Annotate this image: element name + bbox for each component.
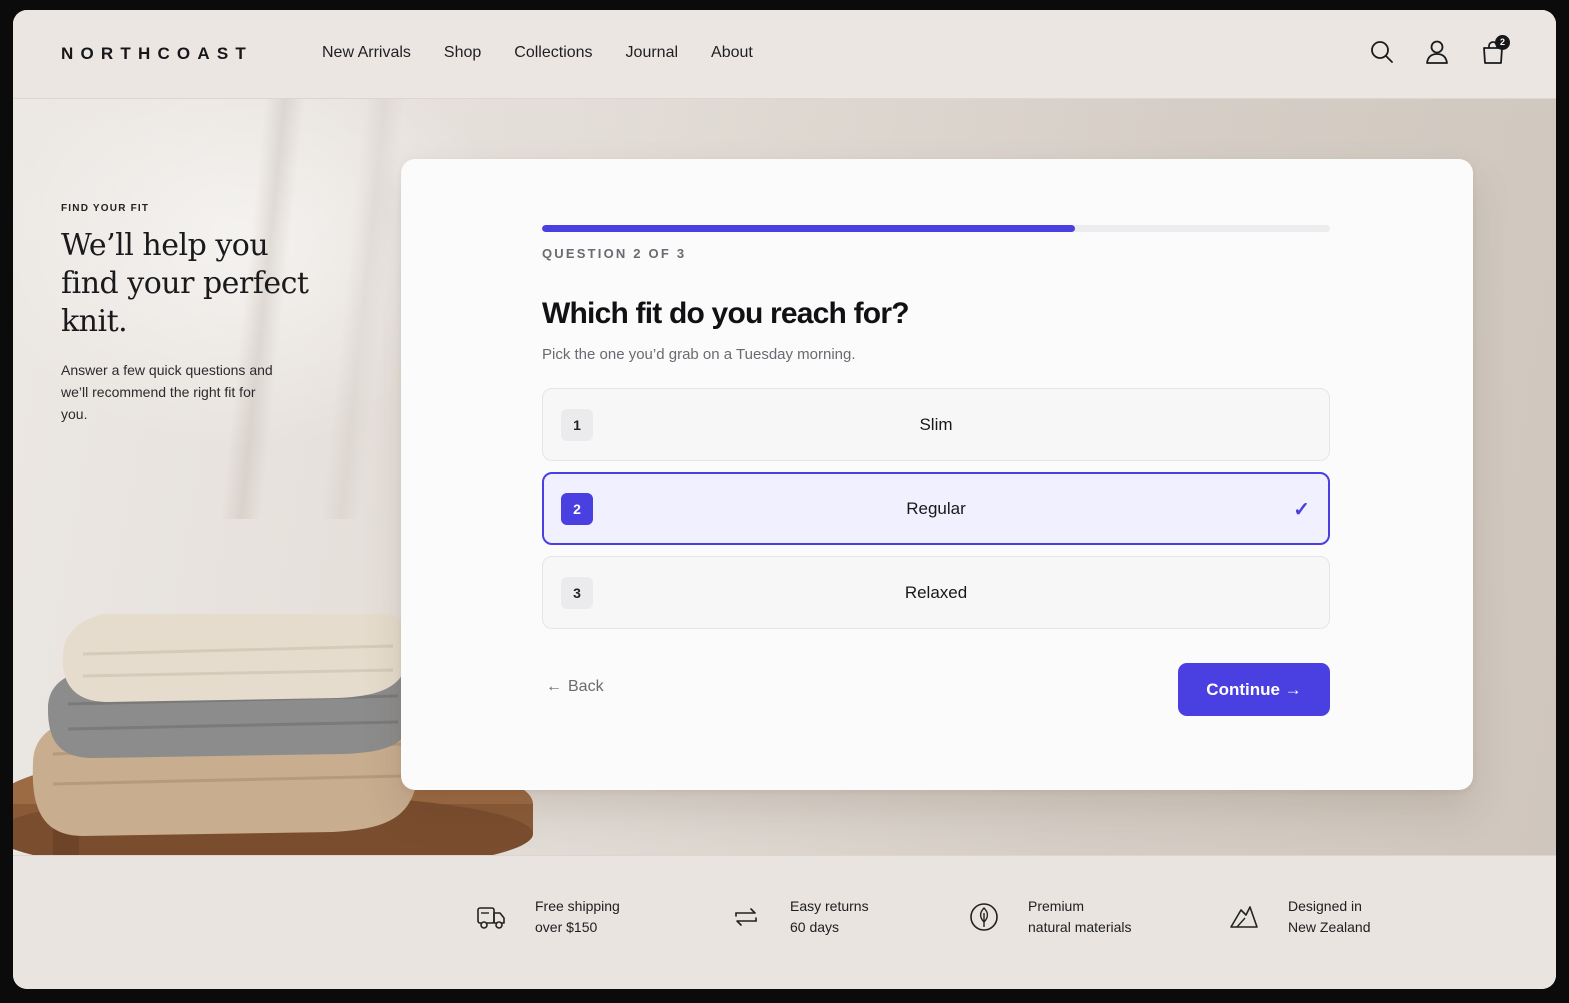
question-subtitle: Pick the one you’d grab on a Tuesday mor…: [542, 346, 856, 363]
feature-line2: natural materials: [1028, 919, 1132, 935]
hero-section: FIND YOUR FIT We’ll help you find your p…: [13, 99, 1556, 855]
nav-item-journal[interactable]: Journal: [626, 44, 678, 62]
quiz-progress-bar: [542, 225, 1330, 232]
nav-item-new-arrivals[interactable]: New Arrivals: [322, 44, 411, 62]
checkmark-icon: ✓: [1293, 499, 1310, 521]
feature-line1: Easy returns: [790, 898, 869, 914]
app-window: NORTHCOAST New Arrivals Shop Collections…: [13, 10, 1556, 989]
feature-free-shipping: Free shipping over $150: [475, 896, 620, 938]
brand-logo[interactable]: NORTHCOAST: [61, 44, 253, 64]
mountain-icon: [1230, 906, 1258, 928]
feature-line1: Free shipping: [535, 898, 620, 914]
cart-count-badge: 2: [1495, 35, 1510, 50]
intro-heading: We’ll help you find your perfect knit.: [61, 228, 309, 339]
user-icon[interactable]: [1424, 39, 1450, 65]
quiz-progress-fill: [542, 225, 1075, 232]
arrow-left-icon: ←: [546, 678, 562, 695]
option-label: Relaxed: [904, 583, 968, 602]
search-icon[interactable]: [1369, 39, 1395, 65]
window-shadow: [320, 99, 406, 519]
option-label: Slim: [919, 415, 953, 434]
feature-line2: over $150: [535, 919, 598, 935]
nav-item-shop[interactable]: Shop: [444, 44, 481, 62]
nav-item-about[interactable]: About: [711, 44, 753, 62]
feature-line1: Premium: [1028, 898, 1085, 914]
question-counter: QUESTION 2 OF 3: [542, 246, 687, 261]
question-title: Which fit do you reach for?: [542, 297, 910, 330]
feature-line1: Designed in: [1288, 898, 1362, 914]
site-header: NORTHCOAST New Arrivals Shop Collections…: [13, 10, 1556, 99]
feature-line2: 60 days: [790, 919, 840, 935]
option-label: Regular: [906, 499, 966, 518]
back-button[interactable]: ← Back: [546, 678, 604, 696]
shopping-bag-icon[interactable]: 2: [1480, 35, 1510, 65]
option-regular[interactable]: 2 Regular ✓: [542, 472, 1330, 545]
returns-icon: [735, 908, 757, 926]
intro-panel: FIND YOUR FIT We’ll help you find your p…: [61, 203, 321, 425]
fit-quiz-card: QUESTION 2 OF 3 Which fit do you reach f…: [401, 159, 1473, 790]
continue-button[interactable]: Continue →: [1178, 663, 1330, 716]
features-bar: Free shipping over $150 Easy returns 60 …: [13, 855, 1556, 989]
eyebrow-label: FIND YOUR FIT: [61, 203, 150, 214]
leaf-icon: [970, 903, 998, 931]
main-nav: New Arrivals Shop Collections Journal Ab…: [322, 44, 786, 62]
nav-item-collections[interactable]: Collections: [514, 44, 592, 62]
back-label: Back: [568, 678, 604, 695]
feature-line2: New Zealand: [1288, 919, 1371, 935]
intro-description: Answer a few quick questions and we’ll r…: [61, 362, 273, 422]
option-slim[interactable]: 1 Slim: [542, 388, 1330, 461]
feature-designed-in-nz: Designed in New Zealand: [1228, 896, 1371, 938]
feature-premium-materials: Premium natural materials: [968, 896, 1132, 938]
truck-icon: [477, 907, 505, 929]
option-relaxed[interactable]: 3 Relaxed: [542, 556, 1330, 629]
feature-easy-returns: Easy returns 60 days: [730, 896, 869, 938]
